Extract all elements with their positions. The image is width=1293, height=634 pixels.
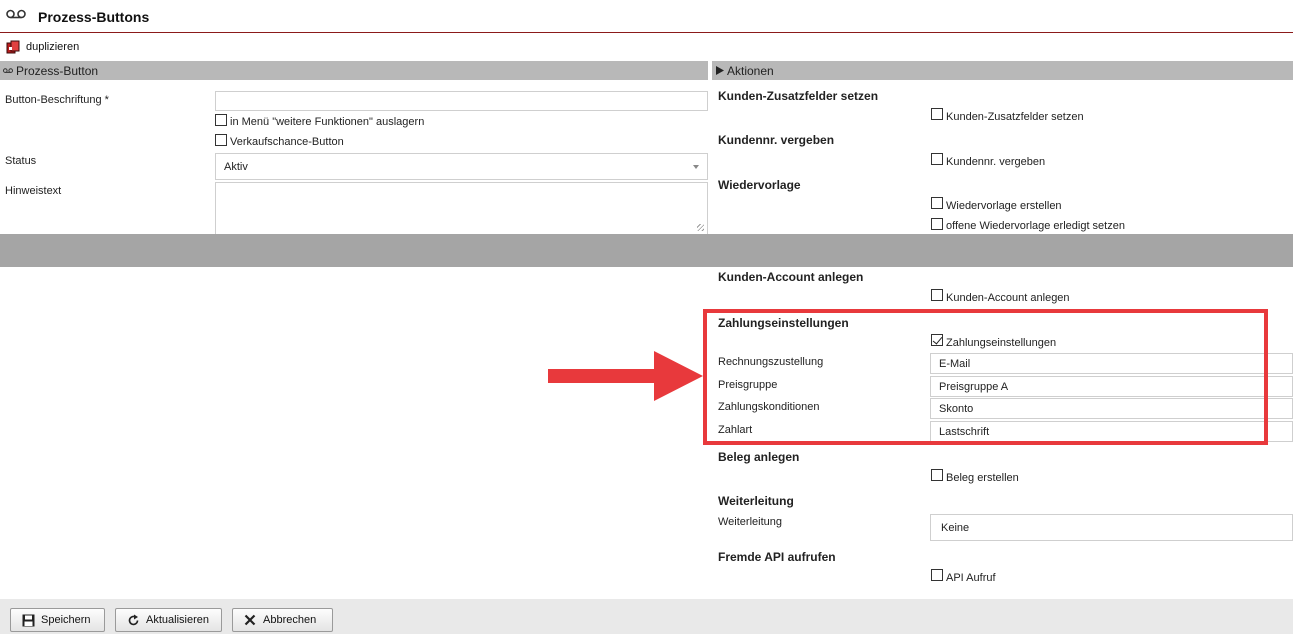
api-call-checkbox[interactable] (931, 569, 943, 581)
duplicate-icon (6, 40, 20, 54)
payment-method-select[interactable]: Lastschrift (930, 421, 1293, 442)
api-call-label: API Aufruf (946, 572, 996, 584)
annotation-arrow-icon (548, 351, 703, 401)
document-create-checkbox[interactable] (931, 469, 943, 481)
status-select[interactable]: Aktiv (215, 153, 708, 180)
group-title-customer-account: Kunden-Account anlegen (718, 270, 864, 284)
refresh-label: Aktualisieren (146, 614, 209, 626)
followup-done-label: offene Wiedervorlage erledigt setzen (946, 220, 1125, 232)
section-header-process-button[interactable]: Prozess-Button (0, 61, 708, 80)
toolbar: duplizieren (0, 34, 1293, 60)
cancel-label: Abbrechen (263, 614, 317, 626)
save-label: Speichern (41, 614, 91, 626)
group-title-customer-fields: Kunden-Zusatzfelder setzen (718, 89, 879, 103)
play-triangle-icon (715, 66, 724, 75)
invoice-delivery-select[interactable]: E-Mail (930, 353, 1293, 374)
followup-create-label: Wiedervorlage erstellen (946, 200, 1062, 212)
group-title-followup: Wiedervorlage (718, 178, 801, 192)
refresh-button[interactable]: Aktualisieren (115, 608, 222, 632)
button-label-input[interactable] (215, 91, 708, 111)
payment-terms-select[interactable]: Skonto (930, 398, 1293, 419)
followup-done-checkbox[interactable] (931, 218, 943, 230)
voicemail-icon (3, 67, 13, 74)
group-title-api: Fremde API aufrufen (718, 550, 836, 564)
duplicate-label: duplizieren (26, 41, 80, 53)
payment-settings-label: Zahlungseinstellungen (946, 337, 1057, 349)
customer-fields-checkbox[interactable] (931, 108, 943, 120)
customer-fields-label: Kunden-Zusatzfelder setzen (946, 111, 1084, 123)
payment-terms-label: Zahlungskonditionen (718, 401, 820, 413)
close-icon (243, 613, 257, 627)
customer-account-label: Kunden-Account anlegen (946, 292, 1070, 304)
more-functions-checkbox[interactable] (215, 114, 227, 126)
voicemail-icon (6, 9, 26, 19)
grey-divider-band (0, 234, 1293, 267)
page-title: Prozess-Buttons (38, 9, 150, 25)
floppy-disk-icon (21, 613, 35, 627)
hint-text-textarea[interactable] (215, 182, 708, 234)
button-label-label: Button-Beschriftung * (5, 94, 109, 106)
footer-bar: Speichern Aktualisieren Abbrechen (0, 599, 1293, 634)
page-header: Prozess-Buttons (0, 0, 1293, 33)
resize-grip-icon[interactable] (697, 224, 704, 231)
more-functions-label: in Menü "weitere Funktionen" auslagern (230, 116, 425, 128)
customer-account-checkbox[interactable] (931, 289, 943, 301)
refresh-icon (126, 613, 140, 627)
group-title-payment: Zahlungseinstellungen (718, 316, 849, 330)
followup-create-checkbox[interactable] (931, 197, 943, 209)
group-title-forwarding: Weiterleitung (718, 494, 794, 508)
price-group-label: Preisgruppe (718, 379, 778, 391)
customer-number-label: Kundennr. vergeben (946, 156, 1046, 168)
customer-number-checkbox[interactable] (931, 153, 943, 165)
status-value: Aktiv (224, 160, 248, 173)
document-create-label: Beleg erstellen (946, 472, 1019, 484)
section-header-actions[interactable]: Aktionen (712, 61, 1293, 80)
group-title-customer-number: Kundennr. vergeben (718, 133, 835, 147)
invoice-delivery-label: Rechnungszustellung (718, 356, 824, 368)
price-group-select[interactable]: Preisgruppe A (930, 376, 1293, 397)
section-title: Aktionen (727, 63, 774, 78)
cancel-button[interactable]: Abbrechen (232, 608, 333, 632)
save-button[interactable]: Speichern (10, 608, 105, 632)
payment-method-label: Zahlart (718, 424, 753, 436)
payment-settings-checkbox[interactable] (931, 334, 943, 346)
chevron-down-icon (693, 164, 699, 169)
sales-opportunity-checkbox[interactable] (215, 134, 227, 146)
duplicate-button[interactable]: duplizieren (6, 38, 79, 56)
status-label: Status (5, 155, 37, 167)
forwarding-label: Weiterleitung (718, 516, 782, 528)
group-title-document: Beleg anlegen (718, 450, 800, 464)
forwarding-select[interactable]: Keine (930, 514, 1293, 541)
hint-text-label: Hinweistext (5, 185, 62, 197)
sales-opportunity-label: Verkaufschance-Button (230, 136, 344, 148)
section-title: Prozess-Button (16, 63, 99, 78)
